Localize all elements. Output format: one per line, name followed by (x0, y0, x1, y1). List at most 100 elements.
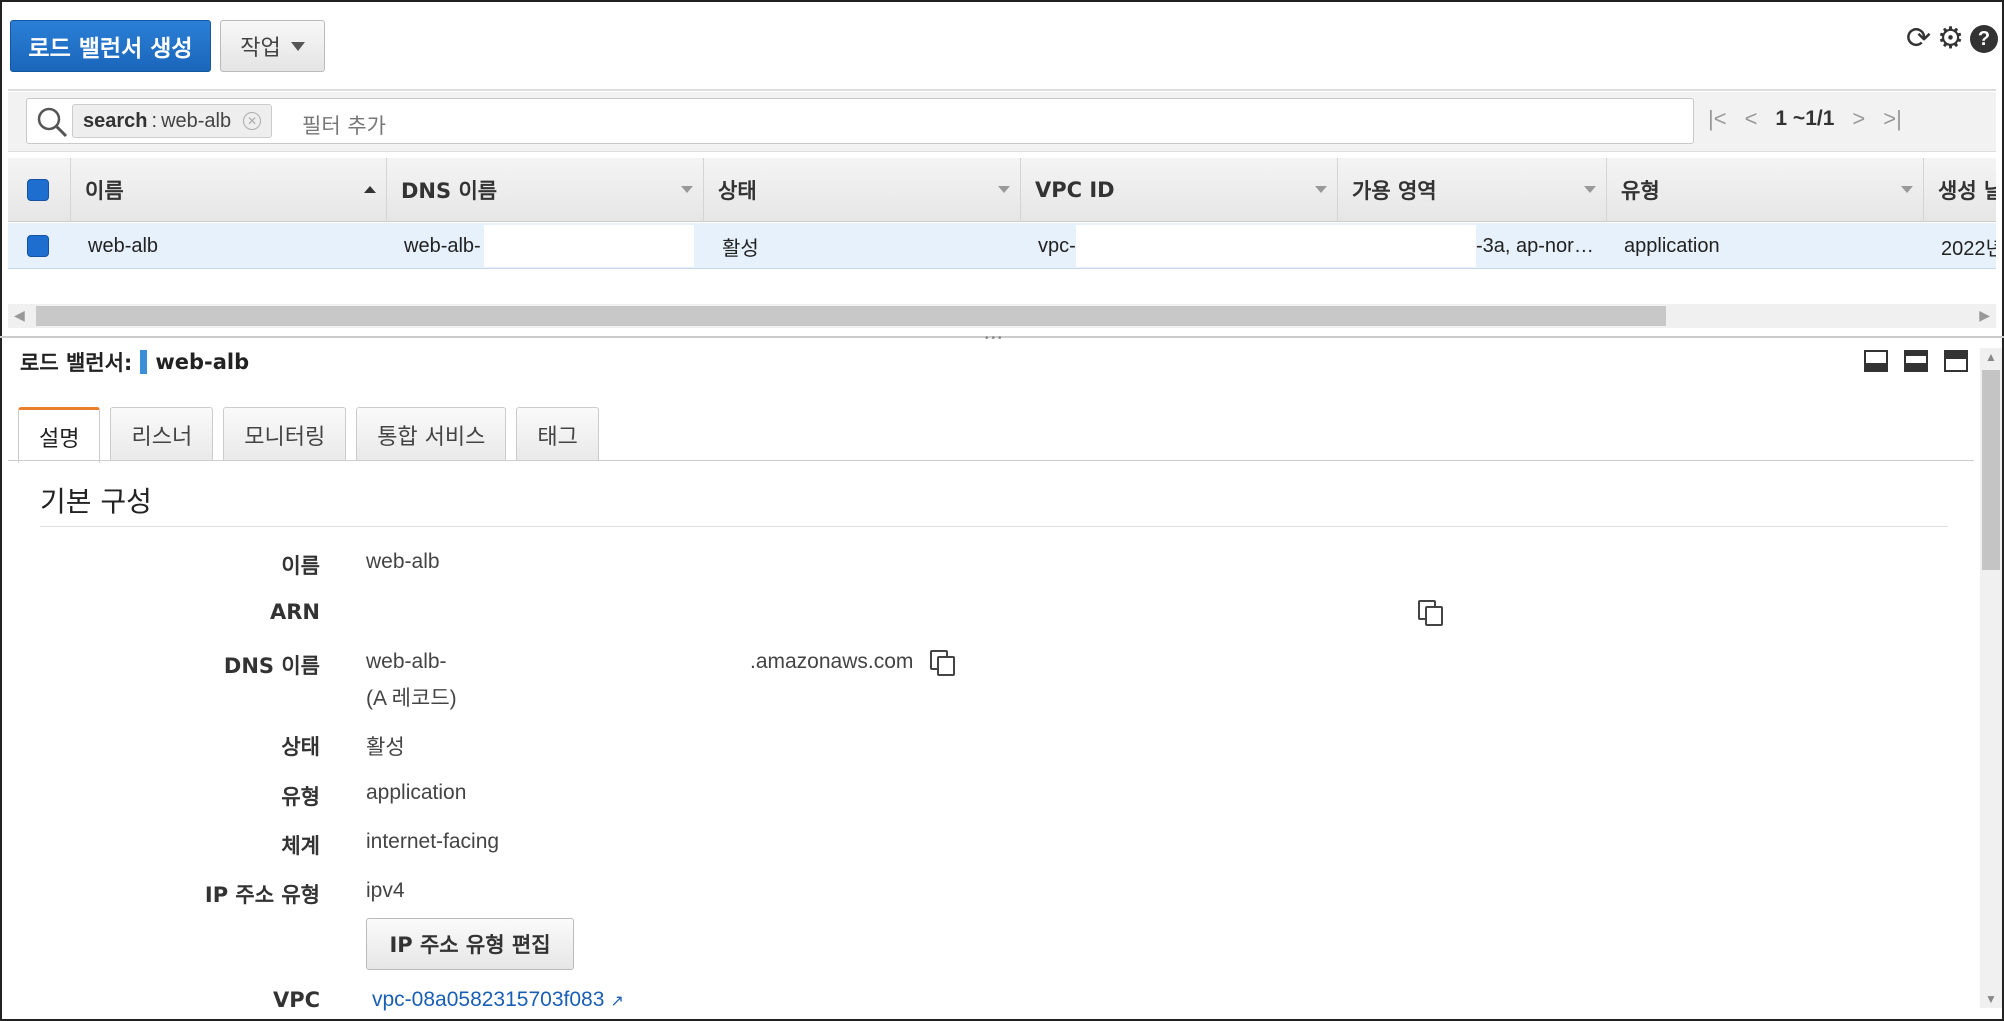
tab-description[interactable]: 설명 (18, 407, 101, 463)
sort-icon (1901, 186, 1913, 193)
last-page-icon[interactable]: >| (1883, 106, 1902, 132)
column-az[interactable]: 가용 영역 (1337, 158, 1606, 222)
scroll-up-icon[interactable]: ▲ (1985, 350, 1997, 364)
field-name: 이름 web-alb (0, 550, 1970, 580)
detail-title: 로드 밸런서: web-alb (20, 347, 249, 377)
refresh-icon[interactable]: ⟳ (1906, 24, 1931, 54)
search-token-key: search (83, 109, 148, 132)
layout-bottom-icon[interactable] (1864, 350, 1888, 372)
panel-layout-icons (1864, 350, 1968, 372)
column-type[interactable]: 유형 (1606, 158, 1923, 222)
page-indicator: 1 ~1/1 (1775, 107, 1835, 130)
detail-tabs: 설명 리스너 모니터링 통합 서비스 태그 (18, 407, 599, 463)
redacted-area (1076, 225, 1476, 267)
gear-icon[interactable]: ⚙ (1937, 24, 1964, 54)
external-link-icon[interactable]: ↗ (610, 993, 623, 1010)
vpc-link-wrap: vpc-08a0582315703f083 ↗ (372, 988, 624, 1012)
copy-icon[interactable] (930, 650, 955, 676)
select-all-checkbox[interactable] (27, 179, 49, 201)
field-dns: DNS 이름 web-alb- .amazonaws.com (A 레코드) (0, 650, 1970, 710)
chevron-down-icon (290, 41, 305, 51)
field-value: internet-facing (366, 830, 500, 853)
field-value-suffix: .amazonaws.com (750, 650, 914, 673)
tab-listeners[interactable]: 리스너 (110, 407, 214, 461)
sort-icon (998, 186, 1010, 193)
field-scheme: 체계 internet-facing (0, 830, 1970, 860)
field-label: 이름 (281, 554, 320, 578)
scroll-down-icon[interactable]: ▼ (1985, 992, 1997, 1006)
top-right-icons: ⟳ ⚙ ? (1906, 24, 1998, 54)
column-name[interactable]: 이름 (70, 158, 386, 222)
first-page-icon[interactable]: |< (1708, 106, 1727, 132)
field-value-note: (A 레코드) (366, 687, 457, 710)
actions-label: 작업 (240, 36, 281, 61)
layout-split-icon[interactable] (1904, 350, 1928, 372)
field-value: 활성 (366, 736, 405, 759)
prev-page-icon[interactable]: < (1745, 106, 1758, 132)
field-value: web-alb (366, 550, 440, 573)
search-token-value: web-alb (161, 109, 232, 132)
field-label: IP 주소 유형 (204, 883, 320, 907)
vertical-scrollbar[interactable]: ▲ ▼ (1980, 348, 2002, 1008)
field-label: ARN (270, 600, 320, 624)
edit-ip-type-button[interactable]: IP 주소 유형 편집 (366, 918, 574, 970)
scroll-right-icon[interactable]: ▶ (1979, 307, 1990, 324)
field-label: VPC (272, 988, 320, 1012)
field-value: web-alb- (366, 650, 447, 673)
row-select-cell (8, 223, 68, 269)
window-frame (0, 0, 2004, 1021)
row-type: application (1624, 234, 1720, 257)
column-dns[interactable]: DNS 이름 (386, 158, 703, 222)
search-input[interactable]: search : web-alb ✕ 필터 추가 (26, 98, 1694, 144)
sort-icon (1315, 186, 1327, 193)
field-label: 유형 (281, 785, 320, 809)
column-vpc[interactable]: VPC ID (1020, 158, 1337, 222)
field-vpc: VPC vpc-08a0582315703f083 ↗ (0, 988, 1970, 1018)
table-row[interactable]: web-alb web-alb- 활성 vpc- -3a, ap-nor… ap… (8, 223, 1996, 269)
select-all-cell (8, 158, 68, 222)
redacted-area (484, 225, 694, 267)
field-label: 상태 (281, 735, 320, 759)
search-token[interactable]: search : web-alb ✕ (72, 104, 273, 138)
table-header: 이름 DNS 이름 상태 VPC ID 가용 영역 유형 생성 날 (8, 158, 1996, 222)
actions-dropdown[interactable]: 작업 (220, 20, 325, 72)
remove-token-icon[interactable]: ✕ (243, 112, 262, 130)
tabs-underline (8, 460, 1974, 461)
row-name: web-alb (88, 234, 159, 257)
row-checkbox[interactable] (27, 235, 49, 257)
search-icon (37, 107, 68, 138)
search-token-sep: : (151, 109, 158, 132)
filter-bar: search : web-alb ✕ 필터 추가 |< < 1 ~1/1 > >… (8, 92, 1996, 152)
horizontal-scrollbar[interactable]: ◀ ▶ (8, 304, 1996, 328)
tab-tags[interactable]: 태그 (516, 407, 599, 461)
scroll-left-icon[interactable]: ◀ (14, 307, 25, 324)
field-ip-type: IP 주소 유형 ipv4 (0, 879, 1970, 909)
section-divider (40, 526, 1948, 527)
section-title: 기본 구성 (40, 485, 152, 518)
toolbar-divider (8, 89, 1996, 91)
field-label: 체계 (281, 834, 320, 858)
help-icon[interactable]: ? (1970, 25, 1998, 53)
tab-integrated-services[interactable]: 통합 서비스 (356, 407, 507, 461)
scrollbar-thumb[interactable] (36, 306, 1666, 326)
pagination: |< < 1 ~1/1 > >| (1708, 106, 1902, 132)
detail-title-name: web-alb (155, 350, 250, 374)
sort-icon (1584, 186, 1596, 193)
next-page-icon[interactable]: > (1852, 106, 1865, 132)
scrollbar-thumb[interactable] (1982, 370, 2000, 570)
layout-top-icon[interactable] (1944, 350, 1968, 372)
row-created: 2022년 (1941, 237, 1996, 260)
vpc-link[interactable]: vpc-08a0582315703f083 (372, 988, 604, 1011)
tab-monitoring[interactable]: 모니터링 (223, 407, 347, 461)
sort-icon (681, 186, 693, 193)
title-marker (140, 350, 148, 374)
column-created[interactable]: 생성 날 (1923, 158, 1996, 222)
column-state[interactable]: 상태 (703, 158, 1020, 222)
splitter-handle-icon[interactable]: ••• (985, 333, 1005, 344)
field-state: 상태 활성 (0, 731, 1970, 761)
detail-title-prefix: 로드 밸런서: (20, 351, 133, 375)
row-az: -3a, ap-nor… (1476, 234, 1594, 257)
create-load-balancer-button[interactable]: 로드 밸런서 생성 (10, 20, 211, 72)
field-type: 유형 application (0, 781, 1970, 811)
copy-icon[interactable] (1418, 600, 1443, 626)
